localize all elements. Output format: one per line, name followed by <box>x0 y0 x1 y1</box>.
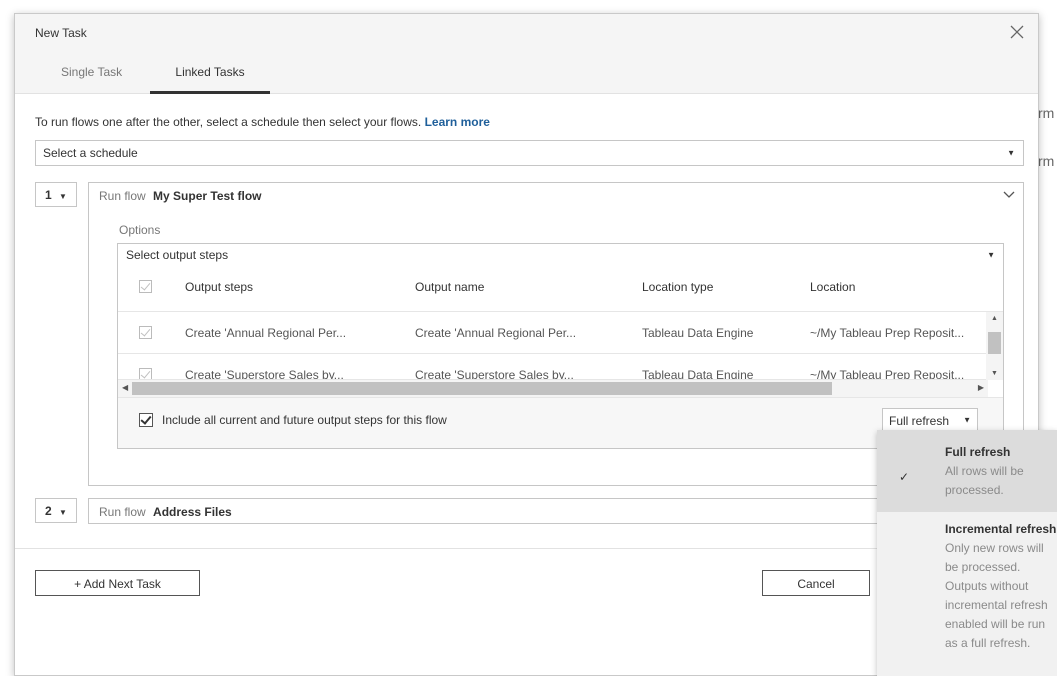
include-all-row: Include all current and future output st… <box>118 397 1003 448</box>
caret-down-icon: ▼ <box>1007 148 1015 158</box>
add-next-task-button[interactable]: + Add Next Task <box>35 570 200 596</box>
output-name-cell: Create 'Annual Regional Per... <box>415 326 577 340</box>
caret-down-icon: ▼ <box>59 508 67 517</box>
column-header: Location type <box>642 280 714 294</box>
menu-item-title: Full refresh <box>945 445 1011 459</box>
flow-header: Run flow Address Files <box>99 505 232 519</box>
learn-more-link[interactable]: Learn more <box>425 115 490 129</box>
include-all-checkbox[interactable] <box>139 413 153 427</box>
table-row: Create 'Superstore Sales by... Create 'S… <box>118 354 988 380</box>
step-number-select[interactable]: 1 ▼ <box>35 182 77 207</box>
vertical-scrollbar[interactable]: ▲ ▼ <box>986 312 1003 380</box>
caret-down-icon: ▼ <box>963 415 971 425</box>
select-all-checkbox <box>139 280 152 293</box>
description: To run flows one after the other, select… <box>35 115 490 129</box>
table-row: Create 'Annual Regional Per... Create 'A… <box>118 312 988 354</box>
scroll-up-icon[interactable]: ▲ <box>991 315 998 322</box>
dialog-title: New Task <box>35 26 87 40</box>
output-step-cell: Create 'Annual Regional Per... <box>185 326 347 340</box>
scrollbar-thumb[interactable] <box>988 332 1001 354</box>
menu-item-title: Incremental refresh <box>945 522 1057 536</box>
output-name-cell: Create 'Superstore Sales by... <box>415 368 574 380</box>
menu-item-incremental-refresh[interactable]: Incremental refresh Only new rows will b… <box>877 512 1057 676</box>
step-number: 1 <box>45 188 52 202</box>
close-icon[interactable] <box>1006 21 1028 43</box>
column-header: Output steps <box>185 280 254 294</box>
location-cell: ~/My Tableau Prep Reposit... <box>810 368 965 380</box>
menu-item-description: All rows will be processed. <box>945 464 1024 497</box>
step-number: 2 <box>45 504 52 518</box>
location-type-cell: Tableau Data Engine <box>642 368 754 380</box>
tab-single-task[interactable]: Single Task <box>61 65 122 79</box>
tab-bar: Single Task Linked Tasks <box>15 52 1038 94</box>
schedule-select[interactable]: Select a schedule ▼ <box>35 140 1024 166</box>
column-header: Location <box>810 280 856 294</box>
cancel-button[interactable]: Cancel <box>762 570 870 596</box>
flow-name: My Super Test flow <box>153 189 262 203</box>
caret-down-icon: ▼ <box>59 192 67 201</box>
output-steps-select-value: Select output steps <box>126 248 229 262</box>
scroll-left-icon[interactable]: ◀ <box>122 383 128 392</box>
options-label: Options <box>119 223 161 237</box>
location-cell: ~/My Tableau Prep Reposit... <box>810 326 965 340</box>
row-checkbox <box>139 326 152 339</box>
dialog-titlebar: New Task <box>15 14 1038 52</box>
menu-item-description: Only new rows will be processed. Outputs… <box>945 541 1048 650</box>
caret-down-icon: ▼ <box>987 250 995 260</box>
refresh-type-menu: ✓ Full refresh All rows will be processe… <box>877 430 1057 676</box>
table-header: Output steps Output name Location type L… <box>118 266 1003 312</box>
flow-header: Run flow My Super Test flow <box>99 189 262 203</box>
row-checkbox <box>139 368 152 379</box>
scrollbar-thumb[interactable] <box>132 382 832 395</box>
column-header: Output name <box>415 280 485 294</box>
output-steps-table: Output steps Output name Location type L… <box>117 266 1004 449</box>
scroll-right-icon[interactable]: ▶ <box>978 383 984 392</box>
menu-item-full-refresh[interactable]: ✓ Full refresh All rows will be processe… <box>877 430 1057 512</box>
description-text: To run flows one after the other, select… <box>35 115 422 129</box>
background-text-fragment: rm <box>1038 105 1055 121</box>
output-step-cell: Create 'Superstore Sales by... <box>185 368 344 380</box>
refresh-type-value: Full refresh <box>889 414 950 428</box>
checkmark-icon: ✓ <box>899 470 910 484</box>
output-steps-select[interactable]: Select output steps ▼ <box>117 243 1004 267</box>
scroll-down-icon[interactable]: ▼ <box>991 370 998 377</box>
refresh-type-select[interactable]: Full refresh ▼ <box>882 408 978 432</box>
run-flow-label: Run flow <box>99 189 146 203</box>
tab-linked-tasks[interactable]: Linked Tasks <box>150 65 270 94</box>
location-type-cell: Tableau Data Engine <box>642 326 754 340</box>
background-text-fragment: rm <box>1038 153 1055 169</box>
flow-name: Address Files <box>153 505 232 519</box>
schedule-select-value: Select a schedule <box>43 146 138 160</box>
run-flow-label: Run flow <box>99 505 146 519</box>
include-all-label: Include all current and future output st… <box>162 413 447 427</box>
chevron-down-icon[interactable] <box>1003 188 1015 202</box>
horizontal-scrollbar[interactable]: ◀ ▶ <box>118 380 988 397</box>
step-number-select[interactable]: 2 ▼ <box>35 498 77 523</box>
